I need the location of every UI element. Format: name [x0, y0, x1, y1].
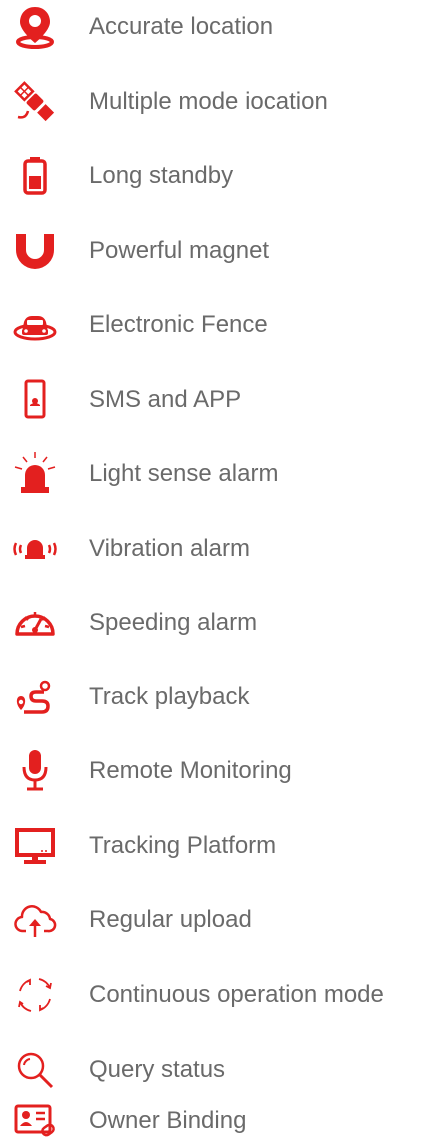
feature-item-tracking-platform: Tracking Platform — [0, 821, 444, 871]
feature-label: Accurate location — [89, 13, 274, 40]
feature-item-multiple-mode-location: Multiple mode iocation — [0, 77, 444, 127]
feature-item-vibration-alarm: Vibration alarm — [0, 524, 444, 574]
feature-item-continuous-operation-mode: Continuous operation mode — [0, 970, 444, 1020]
feature-label: Owner Binding — [89, 1107, 247, 1134]
feature-item-long-standby: Long standby — [0, 151, 444, 201]
feature-label: Vibration alarm — [89, 535, 250, 562]
battery-icon — [12, 153, 58, 199]
feature-label: Track playback — [89, 683, 250, 710]
feature-label: SMS and APP — [89, 386, 242, 413]
feature-item-light-sense-alarm: Light sense alarm — [0, 449, 444, 499]
cycle-arrows-icon — [12, 972, 58, 1018]
smartphone-icon — [12, 377, 58, 423]
feature-label: Query status — [89, 1056, 226, 1083]
location-pin-icon — [12, 4, 58, 50]
track-route-icon — [12, 674, 58, 720]
feature-item-remote-monitoring: Remote Monitoring — [0, 746, 444, 796]
magnet-icon — [12, 228, 58, 274]
feature-item-owner-binding: Owner Binding — [0, 1096, 444, 1146]
cloud-upload-icon — [12, 897, 58, 943]
feature-item-sms-and-app: SMS and APP — [0, 375, 444, 425]
feature-label: Regular upload — [89, 906, 252, 933]
vibration-alarm-icon — [12, 526, 58, 572]
feature-label: Powerful magnet — [89, 237, 270, 264]
feature-label: Electronic Fence — [89, 311, 268, 338]
feature-label: Remote Monitoring — [89, 757, 292, 784]
feature-item-powerful-magnet: Powerful magnet — [0, 226, 444, 276]
feature-item-electronic-fence: Electronic Fence — [0, 300, 444, 350]
siren-light-icon — [12, 451, 58, 497]
magnifier-icon — [12, 1047, 58, 1093]
feature-item-track-playback: Track playback — [0, 672, 444, 722]
feature-label: Multiple mode iocation — [89, 88, 328, 115]
feature-list: Accurate location Multiple mode iocation — [0, 0, 444, 1137]
feature-item-query-status: Query status — [0, 1045, 444, 1095]
car-fence-icon — [12, 302, 58, 348]
feature-label: Light sense alarm — [89, 460, 279, 487]
feature-label: Speeding alarm — [89, 609, 258, 636]
microphone-icon — [12, 748, 58, 794]
feature-label: Continuous operation mode — [89, 981, 384, 1008]
feature-label: Long standby — [89, 162, 234, 189]
feature-item-accurate-location: Accurate location — [0, 2, 444, 52]
feature-item-speeding-alarm: Speeding alarm — [0, 598, 444, 648]
speedometer-icon — [12, 600, 58, 646]
id-card-link-icon — [12, 1098, 58, 1144]
feature-label: Tracking Platform — [89, 832, 277, 859]
satellite-icon — [12, 79, 58, 125]
monitor-icon — [12, 823, 58, 869]
feature-item-regular-upload: Regular upload — [0, 895, 444, 945]
